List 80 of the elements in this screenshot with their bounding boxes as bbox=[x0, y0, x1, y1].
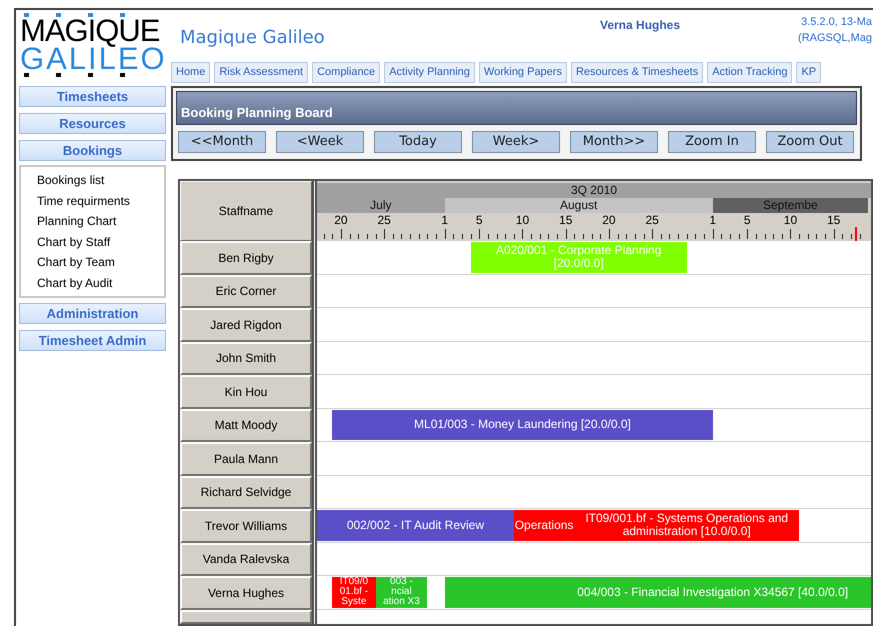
sidebar-button[interactable]: Resources bbox=[19, 113, 166, 134]
booking-label: ation X3 bbox=[383, 597, 420, 608]
booking-bar[interactable]: Operations bbox=[514, 510, 574, 540]
booking-label: Syste bbox=[341, 597, 366, 608]
booking-label: 01.bf - bbox=[340, 587, 368, 598]
nav-button[interactable]: Week> bbox=[472, 131, 560, 153]
nav-tab[interactable]: Action Tracking bbox=[707, 62, 792, 83]
staff-cell: Richard Selvidge bbox=[180, 476, 312, 509]
nav-button[interactable]: Zoom In bbox=[668, 131, 756, 153]
booking-label: administration [10.0/0.0] bbox=[622, 525, 751, 538]
nav-button[interactable]: <<Month bbox=[178, 131, 266, 153]
booking-label: 002/002 - IT Audit Review bbox=[346, 518, 484, 532]
nav-tab[interactable]: Working Papers bbox=[478, 62, 567, 83]
day-label: 20 bbox=[602, 213, 616, 227]
nav-tab[interactable]: Compliance bbox=[312, 62, 380, 83]
column-header: Staffname bbox=[180, 181, 312, 241]
submenu-link[interactable]: Chart by Team bbox=[21, 252, 164, 272]
board-title: Booking Planning Board bbox=[181, 104, 333, 122]
submenu-link[interactable]: Chart by Staff bbox=[21, 232, 164, 252]
staff-cell: Jared Rigdon bbox=[180, 308, 312, 342]
staff-cell: Kin Hou bbox=[180, 375, 312, 408]
booking-label: IT09/001.bf - Systems Operations and bbox=[585, 512, 788, 526]
booking-label: IT09/0 bbox=[340, 577, 368, 588]
version-text: (RAGSQL,Mag bbox=[798, 31, 872, 46]
staff-cell: Matt Moody bbox=[180, 408, 312, 442]
submenu-link[interactable]: Bookings list bbox=[21, 170, 164, 190]
booking-label: 003 - bbox=[390, 577, 413, 588]
staff-cell: Vanda Ralevska bbox=[180, 542, 312, 576]
month-header: July bbox=[317, 198, 445, 213]
booking-label: A020/001 - Corporate Planning bbox=[496, 244, 662, 258]
nav-tab[interactable]: Activity Planning bbox=[384, 62, 475, 83]
today-line bbox=[855, 227, 858, 241]
app-title: Magique Galileo bbox=[180, 26, 326, 50]
day-label: 10 bbox=[784, 213, 798, 227]
month-header: August bbox=[444, 198, 713, 213]
nav-button[interactable]: Zoom Out bbox=[766, 131, 854, 153]
booking-label: Operations bbox=[514, 518, 574, 532]
staff-cell: John Smith bbox=[180, 342, 312, 375]
nav-tab[interactable]: Home bbox=[171, 62, 210, 83]
staff-cell: Trevor Williams bbox=[180, 509, 312, 542]
nav-button[interactable]: <Week bbox=[276, 131, 364, 153]
booking-bar[interactable]: 002/002 - IT Audit Review bbox=[317, 510, 514, 540]
nav-tab[interactable]: KP bbox=[796, 62, 822, 83]
booking-label: ncial bbox=[391, 587, 412, 598]
quarter-header: 3Q 2010 bbox=[317, 183, 871, 198]
day-label: 10 bbox=[516, 213, 530, 227]
day-label: 15 bbox=[827, 213, 840, 227]
booking-bar[interactable]: IT09/001.bf - Systems Operations and administration [10.0/0.0] bbox=[574, 510, 800, 540]
booking-label: 004/003 - Financial Investigation X34567 [40.0/0.0] bbox=[577, 586, 848, 599]
booking-label: ML01/003 - Money Laundering [20.0/0.0] bbox=[414, 418, 631, 432]
sidebar-button[interactable]: Timesheet Admin bbox=[19, 330, 166, 351]
staff-cell: Paula Mann bbox=[180, 442, 312, 476]
user-name: Verna Hughes bbox=[600, 17, 682, 34]
logo-top-text: MAGIQUE bbox=[20, 17, 160, 45]
day-label: 1 bbox=[709, 213, 716, 227]
day-label: 15 bbox=[559, 213, 572, 227]
day-label: 25 bbox=[377, 213, 391, 227]
booking-bar[interactable]: ML01/003 - Money Laundering [20.0/0.0] bbox=[332, 410, 713, 440]
staff-cell: Verna Hughes bbox=[180, 576, 312, 610]
booking-bar[interactable]: IT09/0 01.bf - Syste bbox=[332, 577, 376, 608]
submenu-link[interactable]: Chart by Audit bbox=[21, 272, 164, 293]
submenu-link[interactable]: Time requirments bbox=[21, 190, 164, 211]
sidebar-button[interactable]: Bookings bbox=[19, 140, 166, 161]
booking-label: [20.0/0.0] bbox=[554, 257, 604, 270]
staff-cell: Ben Rigby bbox=[180, 241, 312, 274]
day-label: 5 bbox=[744, 213, 751, 227]
day-label: 25 bbox=[645, 213, 659, 227]
day-label: 5 bbox=[476, 213, 483, 227]
sidebar-button[interactable]: Administration bbox=[19, 303, 166, 324]
submenu-link[interactable]: Planning Chart bbox=[21, 211, 164, 232]
nav-button[interactable]: Month>> bbox=[570, 131, 658, 153]
staff-cell: Eric Corner bbox=[180, 274, 312, 308]
day-label: 1 bbox=[441, 213, 448, 227]
nav-tab[interactable]: Risk Assessment bbox=[214, 62, 308, 83]
day-label: 20 bbox=[334, 213, 348, 227]
version-text: 3.5.2.0, 13-Ma bbox=[801, 15, 872, 30]
sidebar-button[interactable]: Timesheets bbox=[19, 86, 166, 107]
nav-tab[interactable]: Resources & Timesheets bbox=[570, 62, 704, 83]
month-header: Septembe bbox=[712, 198, 868, 213]
nav-button[interactable]: Today bbox=[374, 131, 462, 153]
